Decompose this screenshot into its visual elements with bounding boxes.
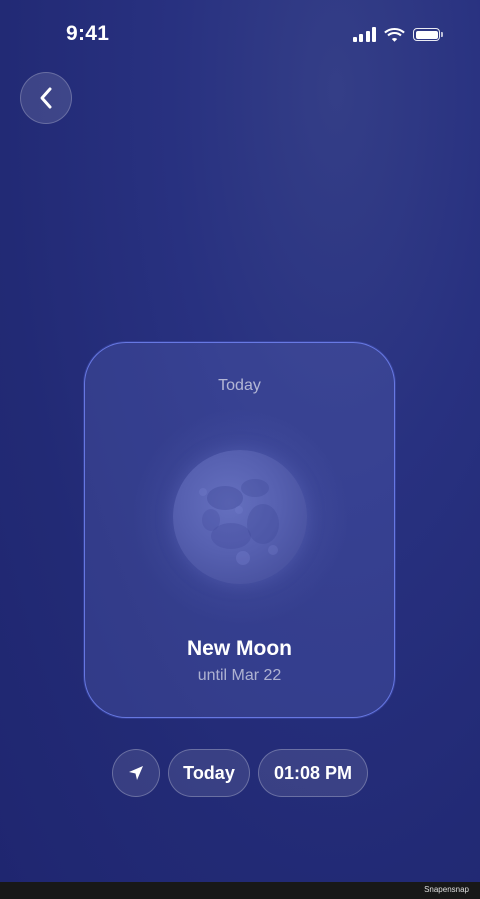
status-time: 9:41 (66, 22, 110, 45)
location-arrow-icon (129, 766, 143, 780)
date-selector-button[interactable]: Today (168, 749, 250, 797)
time-selector-button[interactable]: 01:08 PM (258, 749, 368, 797)
cellular-signal-icon (352, 27, 376, 42)
status-icons (352, 27, 443, 42)
chevron-left-icon (40, 87, 52, 109)
moon-phase-until: until Mar 22 (197, 667, 282, 684)
status-bar: 9:41 (0, 0, 480, 72)
moon-phase-card: Today New Moon until Mar 22 (84, 342, 395, 718)
card-day-label: Today (218, 377, 261, 394)
wifi-icon (384, 28, 405, 42)
moon-surface-texture (198, 479, 279, 565)
moon-image (172, 450, 307, 584)
back-button[interactable] (20, 72, 72, 124)
moon-phase-name: New Moon (187, 637, 292, 660)
location-button[interactable] (112, 749, 160, 797)
battery-icon (413, 28, 443, 41)
controls-bar: Today 01:08 PM (112, 749, 368, 797)
watermark-text: Snapensnap (424, 885, 469, 894)
footer-strip: Snapensnap (0, 882, 480, 899)
